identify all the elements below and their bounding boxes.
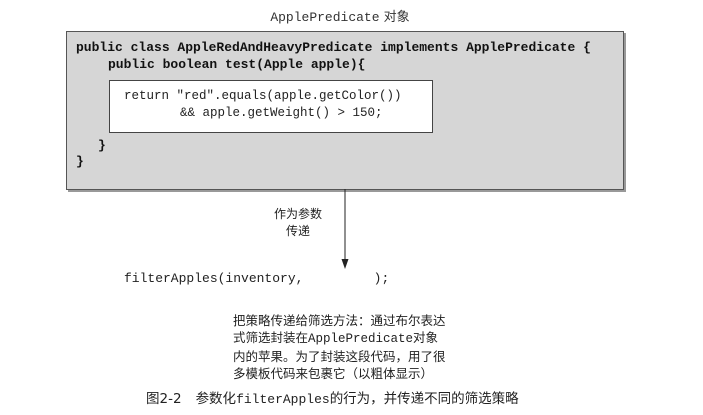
desc-line-1: 把策略传递给筛选方法：通过布尔表达 <box>233 313 446 328</box>
desc-line-2: 式筛选封装在ApplePredicate对象 <box>233 329 493 348</box>
desc-line-4: 多模板代码来包裹它（以粗体显示） <box>233 366 434 381</box>
caption-number: 图2-2 <box>146 391 182 407</box>
pass-label-line-2: 传递 <box>285 224 310 238</box>
desc-line-2-post: 对象 <box>413 330 439 345</box>
desc-line-3: 内的苹果。为了封装这段代码，用了很 <box>233 349 446 364</box>
desc-line-2-code: ApplePredicate <box>308 332 414 346</box>
caption-code: filterApples <box>236 392 330 407</box>
description-text: 把策略传递给筛选方法：通过布尔表达 式筛选封装在ApplePredicate对象… <box>233 312 493 382</box>
figure-caption: 图2-2 参数化filterApples的行为，并传递不同的筛选策略 <box>146 387 519 407</box>
desc-line-2-pre: 式筛选封装在 <box>233 330 309 345</box>
arrow-head <box>341 259 349 269</box>
caption-post: 的行为，并传递不同的筛选策略 <box>329 391 519 407</box>
caption-pre: 参数化 <box>195 391 237 407</box>
pass-label-line-1: 作为参数 <box>273 207 322 221</box>
pass-as-parameter-label: 作为参数 传递 <box>268 206 328 240</box>
filter-apples-call: filterApples(inventory, ); <box>124 271 390 286</box>
